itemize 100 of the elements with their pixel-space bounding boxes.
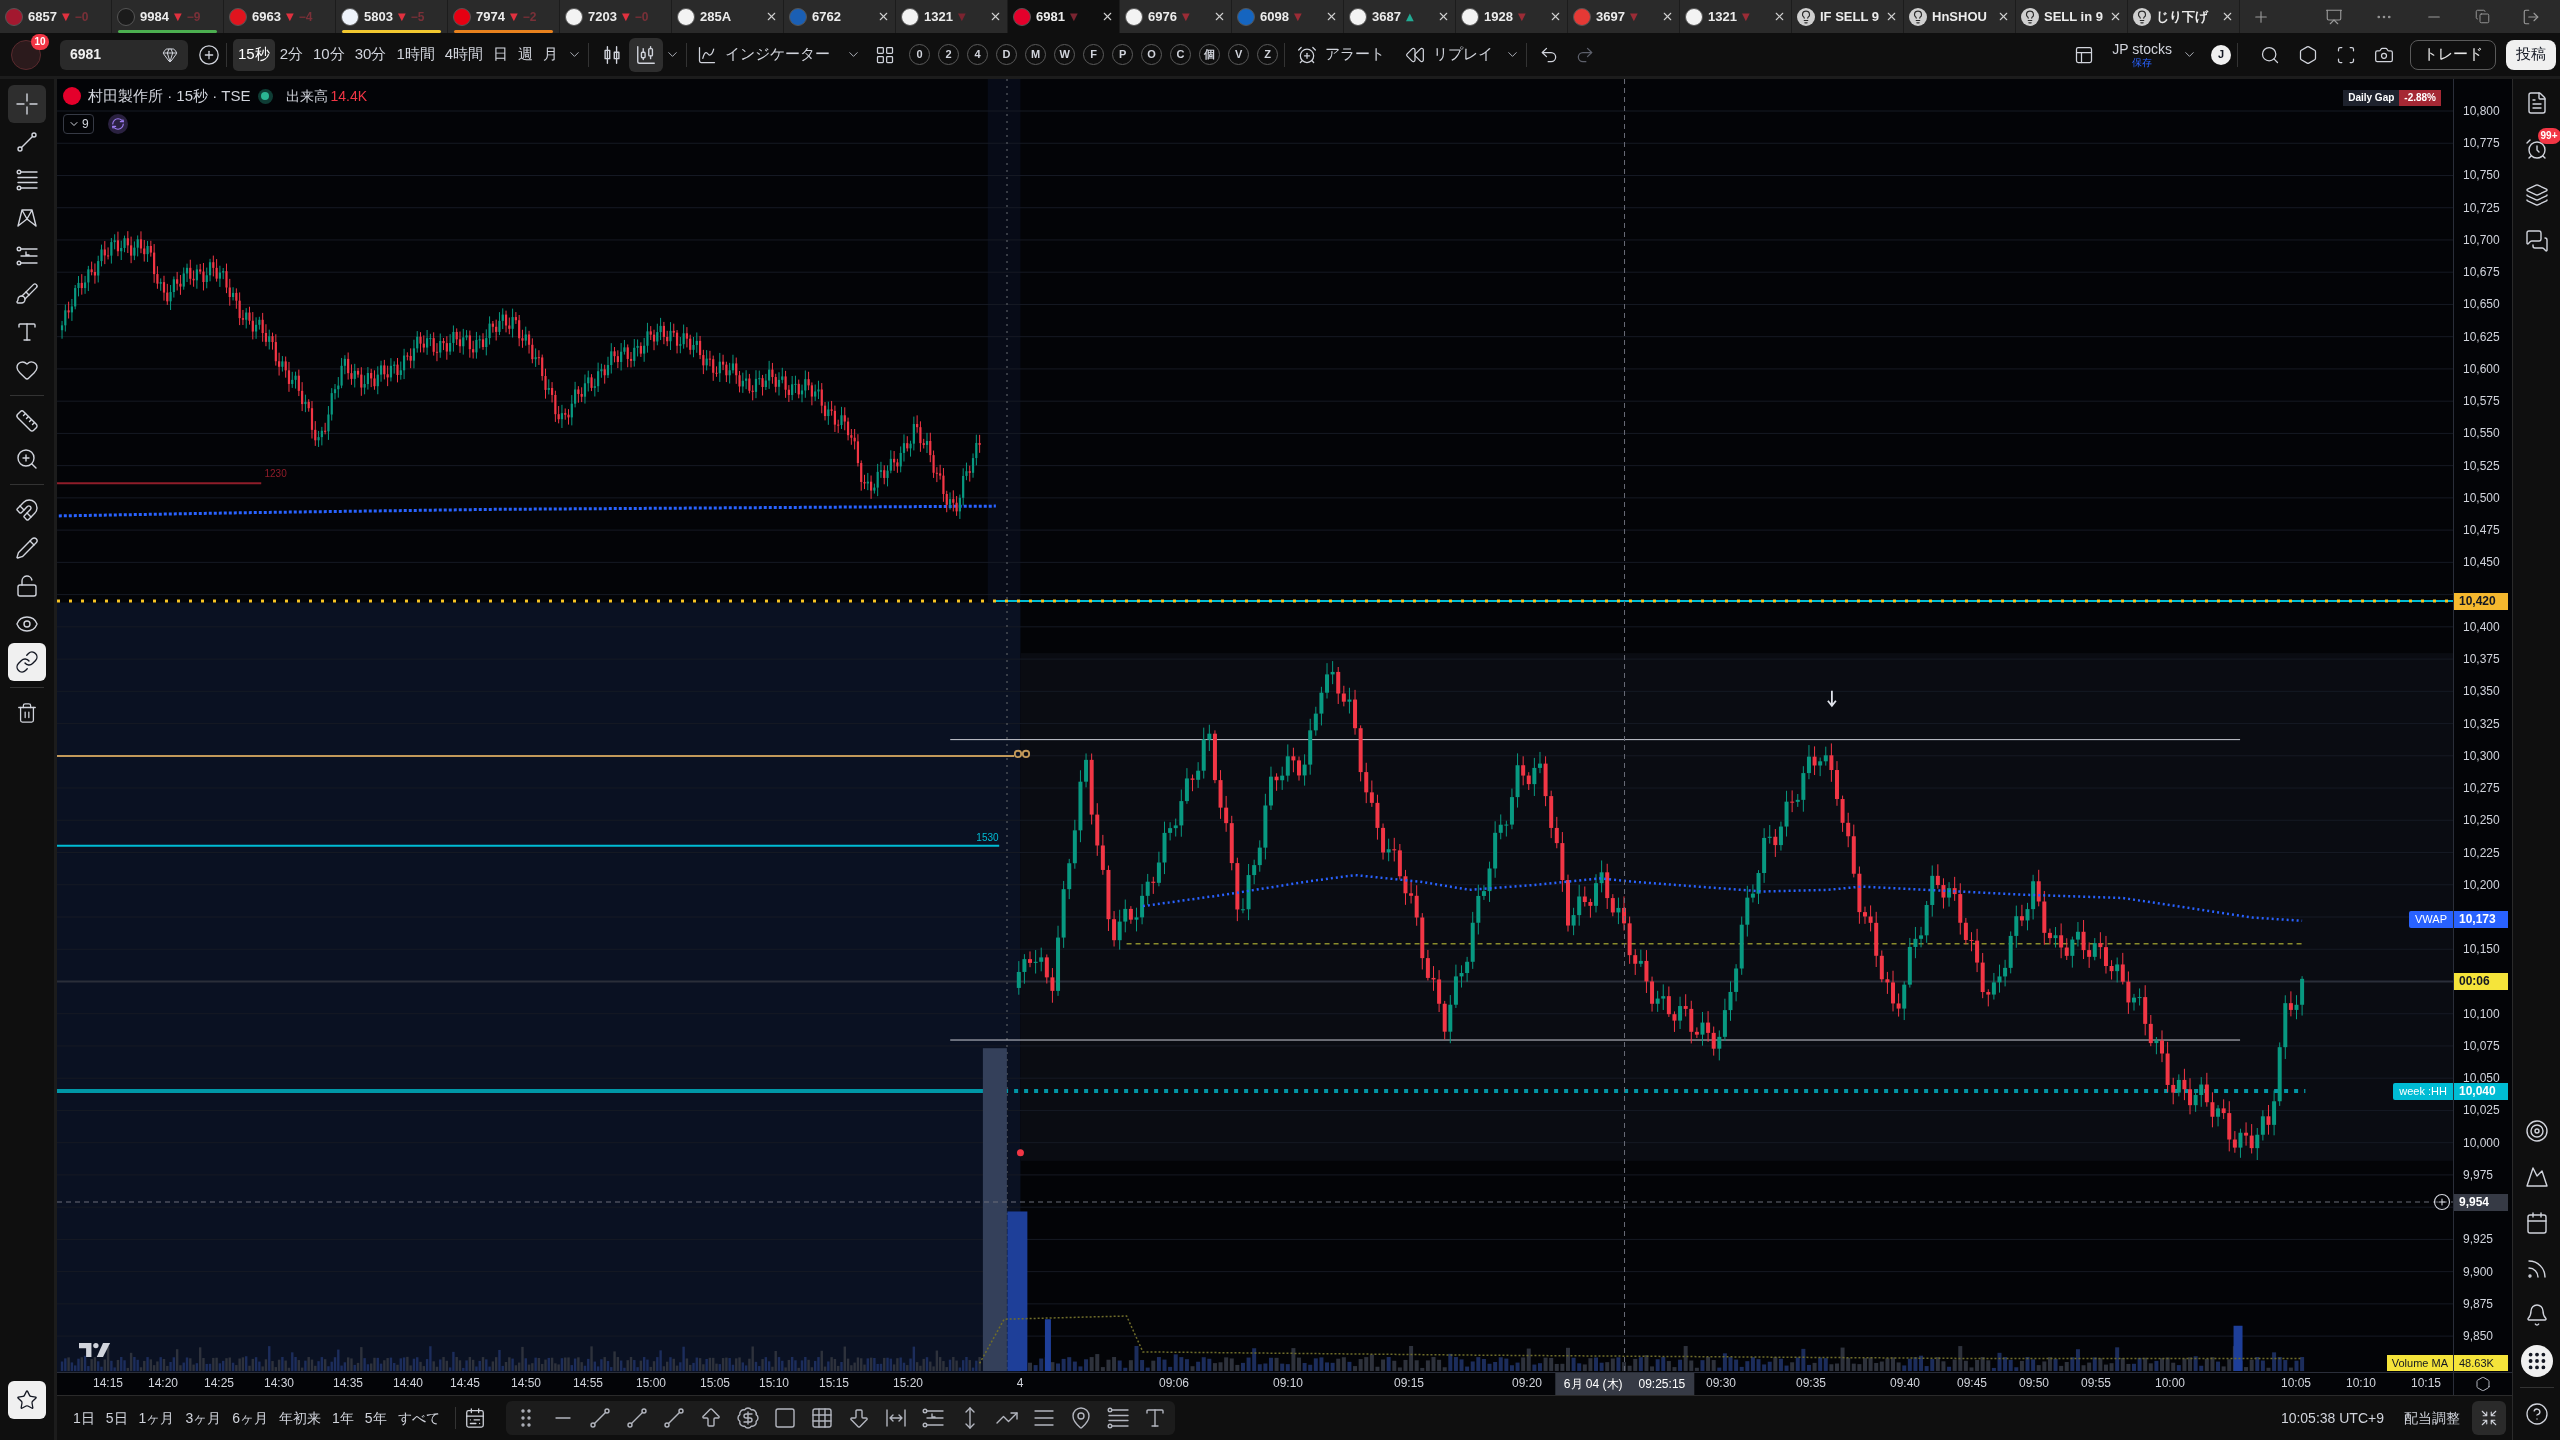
search-icon[interactable] xyxy=(2260,44,2280,65)
exit-icon[interactable] xyxy=(2522,7,2540,26)
indicator-tag: VWAP xyxy=(2409,911,2453,929)
close-icon[interactable] xyxy=(2221,10,2234,23)
mountain-icon[interactable] xyxy=(2524,1165,2549,1189)
layout-name[interactable]: JP stocks xyxy=(2112,41,2172,56)
range-button[interactable]: 1日 xyxy=(69,1403,99,1433)
restore-icon[interactable] xyxy=(2475,9,2490,24)
range-button[interactable]: 1ヶ月 xyxy=(134,1403,179,1433)
line-tool-icon[interactable] xyxy=(624,1406,649,1430)
dollar-badge-icon[interactable] xyxy=(735,1406,760,1430)
layers-icon[interactable] xyxy=(2524,183,2549,207)
close-icon[interactable] xyxy=(1101,10,1114,23)
interval-button[interactable]: 4時間 xyxy=(439,38,489,71)
interval-button[interactable]: 15秒 xyxy=(233,38,275,71)
trend-line-icon[interactable] xyxy=(587,1406,612,1430)
price-label: 10,600 xyxy=(2463,361,2500,376)
price-tag: 10,420 xyxy=(2454,592,2508,610)
interval-button[interactable]: 2分 xyxy=(274,38,309,71)
alarm-clock-icon[interactable] xyxy=(2524,137,2549,161)
interval-button[interactable]: 1時間 xyxy=(391,38,440,71)
calendar-icon[interactable] xyxy=(463,1407,486,1429)
price-lines-icon[interactable] xyxy=(1105,1406,1130,1430)
range-button[interactable]: 5年 xyxy=(360,1403,391,1433)
close-icon[interactable] xyxy=(2109,10,2122,23)
close-icon[interactable] xyxy=(1549,10,1562,23)
tool-button[interactable] xyxy=(8,85,46,123)
tool-button[interactable] xyxy=(8,643,46,681)
range-button[interactable]: 6ヶ月 xyxy=(228,1403,272,1433)
price-label: 10,500 xyxy=(2463,490,2500,505)
extended-line-icon[interactable] xyxy=(661,1406,686,1430)
range-button[interactable]: すべて xyxy=(393,1403,444,1433)
volume-label: 出来高 xyxy=(285,86,328,106)
add-icon[interactable] xyxy=(198,43,220,66)
range-button[interactable]: 3ヶ月 xyxy=(181,1403,226,1433)
brush-icon xyxy=(15,282,39,306)
parallel-lines-icon[interactable] xyxy=(920,1406,945,1430)
help-icon[interactable] xyxy=(2524,1402,2549,1426)
close-icon[interactable] xyxy=(1325,10,1338,23)
range-button[interactable]: 5日 xyxy=(101,1403,132,1433)
chart-title[interactable]: 村田製作所 · 15秒 · TSE xyxy=(88,85,251,108)
monitor-icon[interactable] xyxy=(2325,7,2343,26)
interval-button[interactable]: 週 xyxy=(513,38,539,71)
interval-button[interactable]: 10分 xyxy=(308,38,350,71)
trend-arrow: ▼ xyxy=(397,11,406,22)
trend-arrow: ▼ xyxy=(61,11,70,22)
close-icon[interactable] xyxy=(989,10,1002,23)
close-icon[interactable] xyxy=(1997,10,2010,23)
layout-icon[interactable] xyxy=(2074,44,2095,65)
rectangle-icon[interactable] xyxy=(772,1406,797,1430)
interval-button[interactable]: 30分 xyxy=(349,38,392,71)
chat-icon[interactable] xyxy=(2524,229,2549,253)
price-label: 10,650 xyxy=(2463,297,2500,312)
close-icon[interactable] xyxy=(765,10,778,23)
interval-button[interactable]: 月 xyxy=(538,38,564,71)
replay-button[interactable]: リプレイ xyxy=(1399,38,1500,71)
close-icon[interactable] xyxy=(1213,10,1226,23)
symbol-search-field[interactable]: 6981 xyxy=(60,39,188,70)
collapse-button[interactable]: 9 xyxy=(63,113,94,134)
add-icon[interactable] xyxy=(2433,1193,2451,1211)
close-icon[interactable] xyxy=(877,10,890,23)
calendar-icon[interactable] xyxy=(2524,1211,2549,1235)
target-icon[interactable] xyxy=(2524,1119,2549,1143)
volume-value: 14.4K xyxy=(330,86,368,106)
save-status: 保存 xyxy=(2132,57,2153,68)
range-button[interactable]: 1年 xyxy=(328,1403,358,1433)
close-icon[interactable] xyxy=(1437,10,1450,23)
interval-button[interactable]: 日 xyxy=(488,38,514,71)
hexagon-icon[interactable] xyxy=(2298,44,2318,65)
grid-icon[interactable] xyxy=(809,1406,834,1430)
publish-button[interactable]: 投稿 xyxy=(2506,39,2556,70)
indicators-button[interactable]: インジケーター xyxy=(693,38,866,71)
collapse-panel-button[interactable] xyxy=(2472,1401,2506,1435)
close-icon[interactable] xyxy=(1773,10,1786,23)
range-button[interactable]: 年初来 xyxy=(275,1403,325,1433)
time-label: 4 xyxy=(1016,1376,1024,1391)
tab[interactable]: 6981 ▼ xyxy=(1008,0,1120,33)
user-avatar[interactable]: J xyxy=(2211,44,2231,65)
trade-button[interactable]: トレード xyxy=(2410,39,2496,70)
time-label: 14:30 xyxy=(264,1376,294,1391)
date-range-icon[interactable] xyxy=(883,1406,908,1430)
dot-grid-icon[interactable] xyxy=(2520,1345,2553,1377)
time-label: 14:40 xyxy=(393,1376,423,1391)
price-label: 10,325 xyxy=(2463,716,2500,731)
alert-button[interactable]: アラート xyxy=(1291,38,1392,71)
favorites-button[interactable] xyxy=(8,1381,46,1419)
shrink-icon xyxy=(2480,1409,2498,1427)
adjustment-button[interactable]: 配当調整 xyxy=(2402,1403,2462,1433)
grid-icon[interactable] xyxy=(875,44,896,65)
fullscreen-icon[interactable] xyxy=(2336,44,2356,65)
price-tag: 10,173 xyxy=(2454,911,2508,929)
unlocked-icon xyxy=(15,574,39,598)
bell-icon[interactable] xyxy=(2524,1303,2549,1327)
chart-style-button[interactable] xyxy=(629,37,664,72)
close-icon[interactable] xyxy=(1661,10,1674,23)
hexagon-icon[interactable] xyxy=(2475,1376,2491,1392)
price-label: 10,475 xyxy=(2463,523,2500,538)
close-icon[interactable] xyxy=(1885,10,1898,23)
time-label: 15:20 xyxy=(893,1376,923,1391)
sync-icon[interactable] xyxy=(107,113,128,134)
